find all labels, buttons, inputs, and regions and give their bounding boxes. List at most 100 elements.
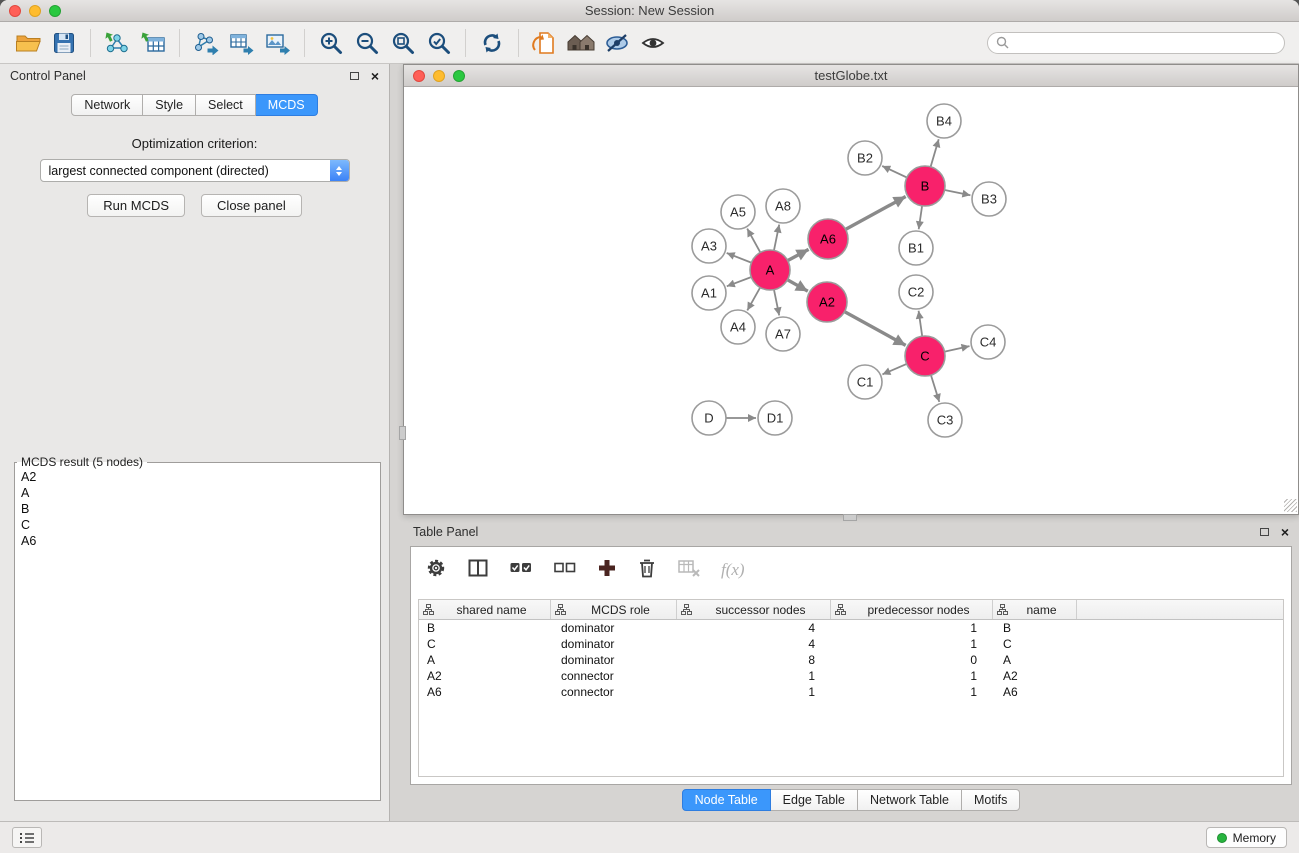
import-table-icon[interactable] bbox=[135, 26, 171, 60]
table-row[interactable]: A2connector11A2 bbox=[419, 668, 1283, 684]
graph-node-A2[interactable]: A2 bbox=[807, 282, 847, 322]
tab-network-table[interactable]: Network Table bbox=[858, 789, 962, 811]
mcds-result-item[interactable]: B bbox=[15, 501, 380, 517]
graph-node-C1[interactable]: C1 bbox=[848, 365, 882, 399]
optimization-dropdown[interactable]: largest connected component (directed) bbox=[40, 159, 350, 182]
export-table-icon[interactable] bbox=[224, 26, 260, 60]
function-builder-icon: f(x) bbox=[721, 560, 745, 580]
close-panel-icon[interactable]: × bbox=[1281, 525, 1289, 539]
graph-node-C4[interactable]: C4 bbox=[971, 325, 1005, 359]
table-row[interactable]: Adominator80A bbox=[419, 652, 1283, 668]
zoom-network-window-button[interactable] bbox=[453, 70, 465, 82]
close-panel-icon[interactable]: × bbox=[371, 69, 379, 83]
add-column-icon[interactable] bbox=[597, 558, 617, 583]
graph-node-B[interactable]: B bbox=[905, 166, 945, 206]
float-panel-icon[interactable] bbox=[1260, 528, 1269, 536]
search-box[interactable] bbox=[987, 32, 1285, 54]
minimize-window-button[interactable] bbox=[29, 5, 41, 17]
home-icon[interactable] bbox=[563, 26, 599, 60]
gear-icon[interactable] bbox=[425, 557, 447, 584]
minimize-network-window-button[interactable] bbox=[433, 70, 445, 82]
svg-text:A6: A6 bbox=[820, 232, 836, 247]
zoom-out-icon[interactable] bbox=[349, 26, 385, 60]
close-panel-button[interactable]: Close panel bbox=[201, 194, 302, 217]
show-graphics-eye-icon[interactable] bbox=[635, 26, 671, 60]
table-row[interactable]: A6connector11A6 bbox=[419, 684, 1283, 700]
zoom-fit-icon[interactable] bbox=[385, 26, 421, 60]
table-cell: 1 bbox=[831, 637, 993, 651]
zoom-window-button[interactable] bbox=[49, 5, 61, 17]
svg-text:C1: C1 bbox=[857, 375, 874, 390]
delete-table-icon bbox=[677, 558, 701, 583]
graph-node-A4[interactable]: A4 bbox=[721, 310, 755, 344]
tab-node-table[interactable]: Node Table bbox=[682, 789, 771, 811]
table-panel-title: Table Panel bbox=[413, 525, 478, 539]
graph-node-A[interactable]: A bbox=[750, 250, 790, 290]
close-network-window-button[interactable] bbox=[413, 70, 425, 82]
memory-button[interactable]: Memory bbox=[1206, 827, 1287, 848]
zoom-in-icon[interactable] bbox=[313, 26, 349, 60]
open-folder-icon[interactable] bbox=[10, 26, 46, 60]
table-row[interactable]: Bdominator41B bbox=[419, 620, 1283, 636]
graph-node-A1[interactable]: A1 bbox=[692, 276, 726, 310]
deselect-all-icon[interactable] bbox=[553, 557, 577, 584]
mcds-result-item[interactable]: A bbox=[15, 485, 380, 501]
zoom-selected-icon[interactable] bbox=[421, 26, 457, 60]
graph-node-C3[interactable]: C3 bbox=[928, 403, 962, 437]
export-network-icon[interactable] bbox=[188, 26, 224, 60]
svg-text:C2: C2 bbox=[908, 285, 925, 300]
graph-node-A7[interactable]: A7 bbox=[766, 317, 800, 351]
graph-node-A3[interactable]: A3 bbox=[692, 229, 726, 263]
column-header-successor-nodes[interactable]: successor nodes bbox=[677, 600, 831, 619]
run-mcds-button[interactable]: Run MCDS bbox=[87, 194, 185, 217]
mcds-result-item[interactable]: C bbox=[15, 517, 380, 533]
delete-column-icon[interactable] bbox=[637, 557, 657, 584]
splitter-handle[interactable] bbox=[399, 426, 406, 440]
graph-node-A5[interactable]: A5 bbox=[721, 195, 755, 229]
graph-node-A8[interactable]: A8 bbox=[766, 189, 800, 223]
float-panel-icon[interactable] bbox=[350, 72, 359, 80]
status-bar: Memory bbox=[0, 821, 1299, 853]
column-header-MCDS-role[interactable]: MCDS role bbox=[551, 600, 677, 619]
tab-network[interactable]: Network bbox=[71, 94, 143, 116]
network-canvas[interactable]: B4 B2 B B3 A5 A8 A6 B1 A3 A C2 A1 A2 A4 A7 C4 C C1 C3 D D1 bbox=[404, 87, 1298, 513]
mcds-result-item[interactable]: A2 bbox=[15, 469, 380, 485]
graph-node-D1[interactable]: D1 bbox=[758, 401, 792, 435]
tab-motifs[interactable]: Motifs bbox=[962, 789, 1020, 811]
table-row[interactable]: Cdominator41C bbox=[419, 636, 1283, 652]
import-network-icon[interactable] bbox=[99, 26, 135, 60]
mcds-result-item[interactable]: A6 bbox=[15, 533, 380, 549]
task-history-button[interactable] bbox=[12, 827, 42, 848]
table-cell: A2 bbox=[419, 669, 551, 683]
import-file-icon[interactable] bbox=[527, 26, 563, 60]
graph-node-C[interactable]: C bbox=[905, 336, 945, 376]
column-header-predecessor-nodes[interactable]: predecessor nodes bbox=[831, 600, 993, 619]
tab-mcds[interactable]: MCDS bbox=[256, 94, 318, 116]
save-icon[interactable] bbox=[46, 26, 82, 60]
graph-node-C2[interactable]: C2 bbox=[899, 275, 933, 309]
table-cell: dominator bbox=[551, 637, 677, 651]
show-columns-icon[interactable] bbox=[467, 557, 489, 584]
select-all-icon[interactable] bbox=[509, 557, 533, 584]
graph-node-B3[interactable]: B3 bbox=[972, 182, 1006, 216]
tab-select[interactable]: Select bbox=[196, 94, 256, 116]
column-header-shared-name[interactable]: shared name bbox=[419, 600, 551, 619]
export-image-icon[interactable] bbox=[260, 26, 296, 60]
network-window-titlebar[interactable]: testGlobe.txt bbox=[404, 65, 1298, 87]
apply-layout-icon[interactable] bbox=[474, 26, 510, 60]
graph-node-B1[interactable]: B1 bbox=[899, 231, 933, 265]
graph-node-B4[interactable]: B4 bbox=[927, 104, 961, 138]
graph-node-B2[interactable]: B2 bbox=[848, 141, 882, 175]
graph-node-D[interactable]: D bbox=[692, 401, 726, 435]
svg-text:D: D bbox=[704, 411, 713, 426]
search-input[interactable] bbox=[1014, 36, 1276, 50]
tab-edge-table[interactable]: Edge Table bbox=[771, 789, 858, 811]
window-resize-grip[interactable] bbox=[1284, 499, 1297, 512]
column-header-name[interactable]: name bbox=[993, 600, 1077, 619]
hide-graphics-eye-icon[interactable] bbox=[599, 26, 635, 60]
svg-text:A: A bbox=[766, 263, 775, 278]
close-window-button[interactable] bbox=[9, 5, 21, 17]
svg-text:B: B bbox=[921, 179, 930, 194]
graph-node-A6[interactable]: A6 bbox=[808, 219, 848, 259]
tab-style[interactable]: Style bbox=[143, 94, 196, 116]
